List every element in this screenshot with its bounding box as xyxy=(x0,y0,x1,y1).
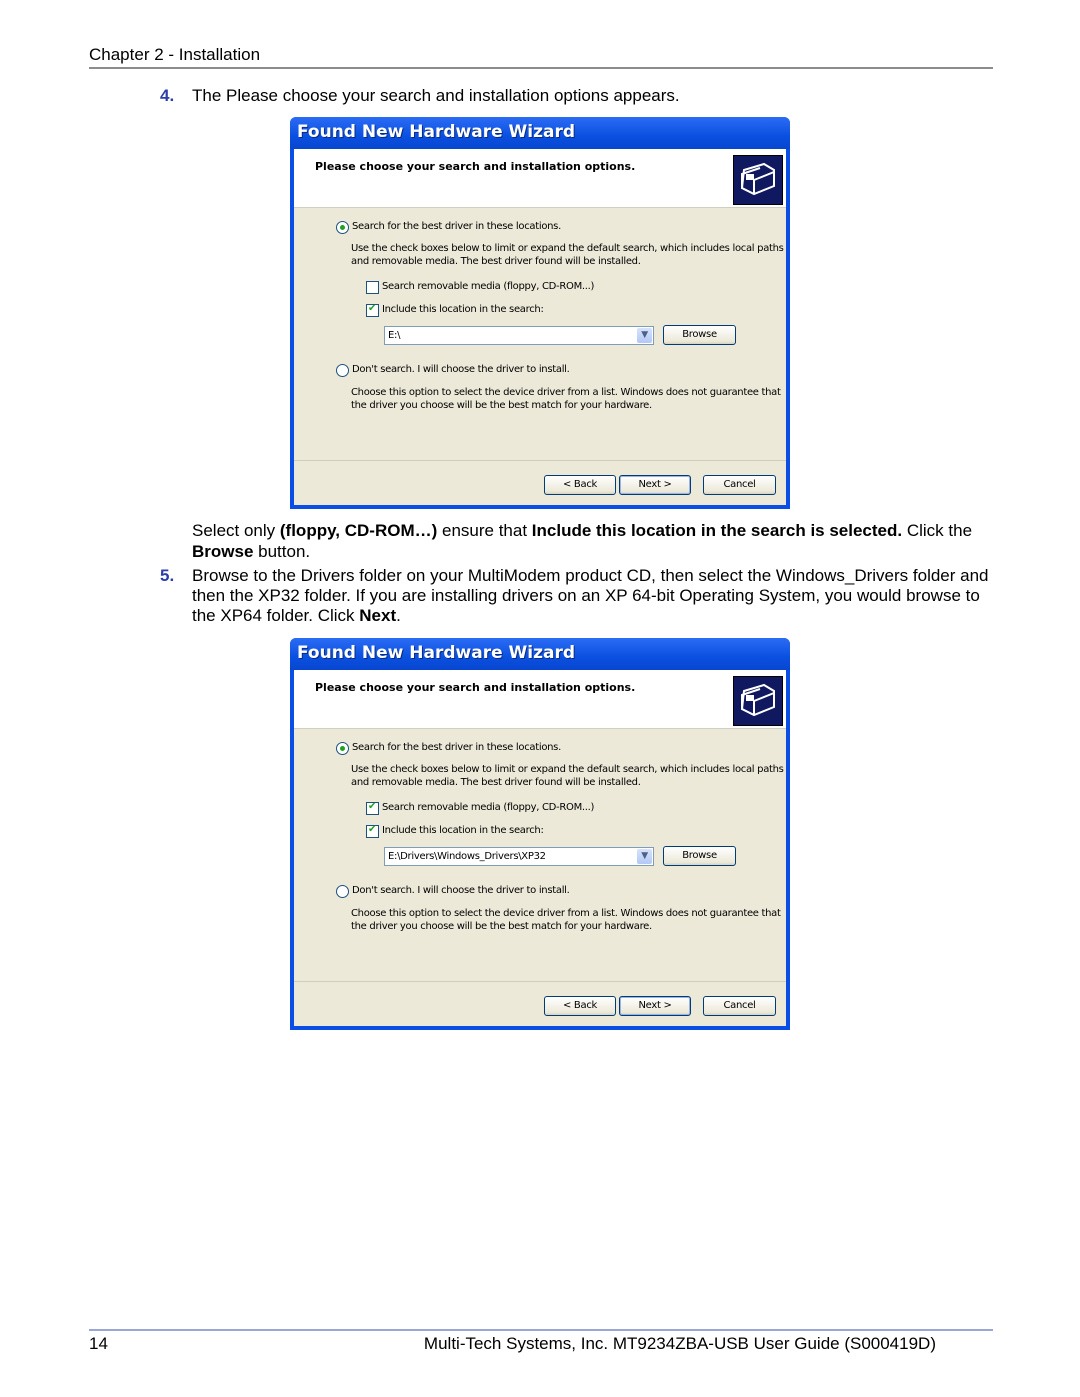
wizard-subtitle: Please choose your search and installati… xyxy=(315,681,636,694)
dont-description: Choose this option to select the device … xyxy=(351,387,781,411)
checkbox-include-location[interactable] xyxy=(366,303,379,317)
header-divider xyxy=(89,67,993,69)
radio-search-best[interactable] xyxy=(336,742,349,755)
document-title: Multi-Tech Systems, Inc. MT9234ZBA-USB U… xyxy=(423,1334,936,1353)
title-bar: Found New Hardware Wizard xyxy=(290,117,790,149)
location-value: E:\ xyxy=(388,330,401,341)
dialog-title: Found New Hardware Wizard xyxy=(297,643,576,663)
wizard-subtitle: Please choose your search and installati… xyxy=(315,160,636,173)
radio-search-label: Search for the best driver in these loca… xyxy=(352,221,561,232)
dont-description: Choose this option to select the device … xyxy=(351,908,781,932)
browse-button[interactable]: Browse xyxy=(663,325,736,345)
footer-divider xyxy=(89,1329,993,1331)
bold-run: Browse xyxy=(192,541,254,561)
back-button[interactable]: < Back xyxy=(544,996,616,1016)
cancel-button[interactable]: Cancel xyxy=(703,996,776,1016)
page-number: 14 xyxy=(89,1334,108,1353)
chevron-down-icon[interactable]: ▼ xyxy=(637,328,652,343)
hardware-icon xyxy=(733,676,783,726)
text-run: Select only xyxy=(192,521,280,540)
location-value: E:\Drivers\Windows_Drivers\XP32 xyxy=(388,851,546,862)
search-description: Use the check boxes below to limit or ex… xyxy=(351,764,784,788)
browse-button[interactable]: Browse xyxy=(663,846,736,866)
wizard-header: Please choose your search and installati… xyxy=(294,149,786,208)
step-number: 4. xyxy=(160,86,175,105)
text-run: Browse to the Drivers folder on your Mul… xyxy=(192,566,989,625)
location-combobox[interactable]: E:\ ▼ xyxy=(384,326,654,345)
radio-dont-label: Don't search. I will choose the driver t… xyxy=(352,364,570,375)
instruction-paragraph: Select only (floppy, CD-ROM…) ensure tha… xyxy=(192,521,992,562)
wizard-dialog-2: Found New Hardware Wizard Please choose … xyxy=(290,638,790,1030)
hardware-icon xyxy=(733,155,783,205)
search-description: Use the check boxes below to limit or ex… xyxy=(351,243,784,267)
bold-run: Include this location in the search is s… xyxy=(531,521,903,540)
bold-run: Next xyxy=(359,606,397,625)
chevron-down-icon[interactable]: ▼ xyxy=(637,849,652,864)
bold-run: (floppy, CD-ROM…) xyxy=(279,521,438,540)
radio-dont-search[interactable] xyxy=(336,364,349,377)
text-run: ensure that xyxy=(437,521,532,540)
text-run: button. xyxy=(253,541,311,561)
title-bar: Found New Hardware Wizard xyxy=(290,638,790,670)
wizard-dialog-1: Found New Hardware Wizard Please choose … xyxy=(290,117,790,509)
step-number: 5. xyxy=(160,566,175,585)
location-combobox[interactable]: E:\Drivers\Windows_Drivers\XP32 ▼ xyxy=(384,847,654,866)
checkbox-include-label: Include this location in the search: xyxy=(382,825,544,836)
checkbox-include-label: Include this location in the search: xyxy=(382,304,544,315)
next-button[interactable]: Next > xyxy=(619,996,691,1016)
wizard-footer: < Back Next > Cancel xyxy=(294,982,786,1026)
text-run: . xyxy=(396,606,401,625)
wizard-body: Search for the best driver in these loca… xyxy=(294,729,786,981)
radio-search-best[interactable] xyxy=(336,221,349,234)
step-text: The Please choose your search and instal… xyxy=(192,86,680,105)
checkbox-removable-label: Search removable media (floppy, CD-ROM..… xyxy=(382,802,595,813)
dialog-title: Found New Hardware Wizard xyxy=(297,122,576,142)
checkbox-removable-media[interactable] xyxy=(366,801,379,815)
radio-dont-search[interactable] xyxy=(336,885,349,898)
checkbox-include-location[interactable] xyxy=(366,824,379,838)
wizard-header: Please choose your search and installati… xyxy=(294,670,786,729)
checkbox-removable-media[interactable] xyxy=(366,281,379,294)
chapter-header: Chapter 2 - Installation xyxy=(89,45,261,64)
radio-dont-label: Don't search. I will choose the driver t… xyxy=(352,885,570,896)
back-button[interactable]: < Back xyxy=(544,475,616,495)
step-text: Browse to the Drivers folder on your Mul… xyxy=(192,566,992,626)
wizard-footer: < Back Next > Cancel xyxy=(294,461,786,505)
next-button[interactable]: Next > xyxy=(619,475,691,495)
checkbox-removable-label: Search removable media (floppy, CD-ROM..… xyxy=(382,281,595,292)
cancel-button[interactable]: Cancel xyxy=(703,475,776,495)
wizard-body: Search for the best driver in these loca… xyxy=(294,208,786,460)
radio-search-label: Search for the best driver in these loca… xyxy=(352,742,561,753)
text-run: Click the xyxy=(902,521,973,540)
